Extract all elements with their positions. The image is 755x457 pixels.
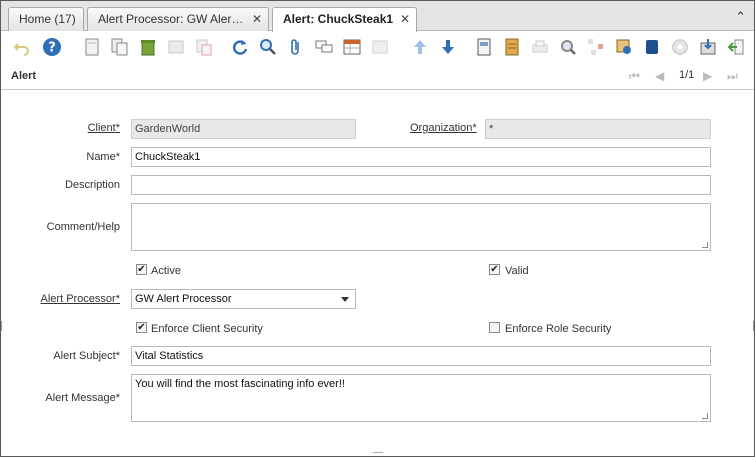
close-icon[interactable]: ✕ (252, 8, 262, 30)
name-field[interactable]: ChuckSteak1 (131, 147, 711, 167)
alert-subject-label: Alert Subject* (53, 350, 120, 362)
delete-icon[interactable] (137, 36, 159, 58)
print-icon[interactable] (529, 36, 551, 58)
tab-alert-label: Alert: ChuckSteak1 (283, 12, 394, 26)
alert-message-field[interactable]: You will find the most fascinating info … (131, 374, 711, 422)
client-field: GardenWorld (131, 119, 356, 139)
tab-bar: Home (17) Alert Processor: GW Alert P...… (1, 1, 754, 32)
tab-alert-processor-label: Alert Processor: GW Alert P... (98, 12, 244, 26)
chevron-down-icon[interactable] (341, 297, 349, 302)
enforce-client-security-checkbox[interactable]: ✔ (136, 322, 147, 333)
toolbar: ? (1, 32, 754, 62)
enforce-role-security-checkbox[interactable] (489, 322, 500, 333)
new-record-icon[interactable] (81, 36, 103, 58)
close-icon[interactable]: ✕ (400, 8, 410, 30)
comment-help-label: Comment/Help (46, 221, 120, 233)
find-icon[interactable] (257, 36, 279, 58)
active-checkbox[interactable]: ✔ (136, 264, 147, 275)
zoom-across-icon[interactable] (557, 36, 579, 58)
svg-text:?: ? (48, 41, 56, 56)
window-title: Alert (11, 70, 37, 82)
alert-processor-value: GW Alert Processor (135, 293, 232, 305)
product-info-icon[interactable] (641, 36, 663, 58)
splitter-left[interactable] (1, 321, 4, 331)
export-icon[interactable] (697, 36, 719, 58)
window-header: Alert ⏮ ◀ 1/1 ▶ ⏭ (1, 62, 754, 90)
copy-record-icon[interactable] (109, 36, 131, 58)
tab-home[interactable]: Home (17) (8, 7, 84, 31)
description-field[interactable] (131, 175, 711, 195)
archived-docs-icon[interactable] (501, 36, 523, 58)
enforce-client-security-label: Enforce Client Security (151, 323, 263, 335)
comment-help-field[interactable] (131, 203, 711, 251)
resize-handle-icon[interactable] (702, 413, 708, 419)
refresh-icon[interactable] (229, 36, 251, 58)
application-window: Home (17) Alert Processor: GW Alert P...… (0, 0, 755, 457)
record-pager: 1/1 (679, 69, 695, 81)
previous-record-icon[interactable]: ◀ (655, 69, 664, 83)
next-record-icon[interactable]: ▶ (703, 69, 712, 83)
collapse-icon[interactable]: ⌃ (735, 9, 746, 25)
valid-label: Valid (505, 265, 529, 277)
organization-field: * (485, 119, 711, 139)
first-record-icon[interactable]: ⏮ (629, 69, 640, 84)
workflow-icon[interactable] (585, 36, 607, 58)
tab-alert-processor[interactable]: Alert Processor: GW Alert P... ✕ (87, 7, 269, 31)
resize-handle-icon[interactable] (702, 242, 708, 248)
help-icon[interactable]: ? (41, 36, 63, 58)
grid-toggle-icon[interactable] (341, 36, 363, 58)
active-label: Active (151, 265, 181, 277)
enforce-role-security-label: Enforce Role Security (505, 323, 612, 335)
description-label: Description (64, 179, 120, 191)
alert-message-value: You will find the most fascinating info … (135, 378, 345, 390)
parent-record-icon[interactable] (409, 36, 431, 58)
alert-subject-field[interactable]: Vital Statistics (131, 346, 711, 366)
request-icon[interactable] (613, 36, 635, 58)
name-label: Name* (86, 151, 120, 163)
detail-record-icon[interactable] (437, 36, 459, 58)
splitter-right[interactable] (751, 321, 754, 331)
alert-message-label: Alert Message* (45, 392, 120, 404)
history-icon[interactable] (369, 36, 391, 58)
exit-icon[interactable] (725, 36, 747, 58)
valid-checkbox[interactable]: ✔ (489, 264, 500, 275)
alert-processor-label[interactable]: Alert Processor* (41, 293, 120, 305)
alert-form: Client* GardenWorld Organization* * Name… (1, 91, 754, 451)
save-icon[interactable] (165, 36, 187, 58)
chat-icon[interactable] (313, 36, 335, 58)
client-label[interactable]: Client* (88, 122, 120, 134)
active-workflows-icon[interactable] (669, 36, 691, 58)
delete-selection-icon[interactable] (193, 36, 215, 58)
splitter-bottom[interactable] (373, 452, 383, 456)
alert-processor-select[interactable]: GW Alert Processor (131, 289, 356, 309)
tab-home-label: Home (17) (19, 12, 76, 26)
attachment-icon[interactable] (285, 36, 307, 58)
organization-label[interactable]: Organization* (410, 122, 477, 134)
tab-alert[interactable]: Alert: ChuckSteak1 ✕ (272, 7, 417, 32)
undo-icon[interactable] (11, 36, 33, 58)
report-icon[interactable] (473, 36, 495, 58)
last-record-icon[interactable]: ⏭ (727, 69, 738, 84)
